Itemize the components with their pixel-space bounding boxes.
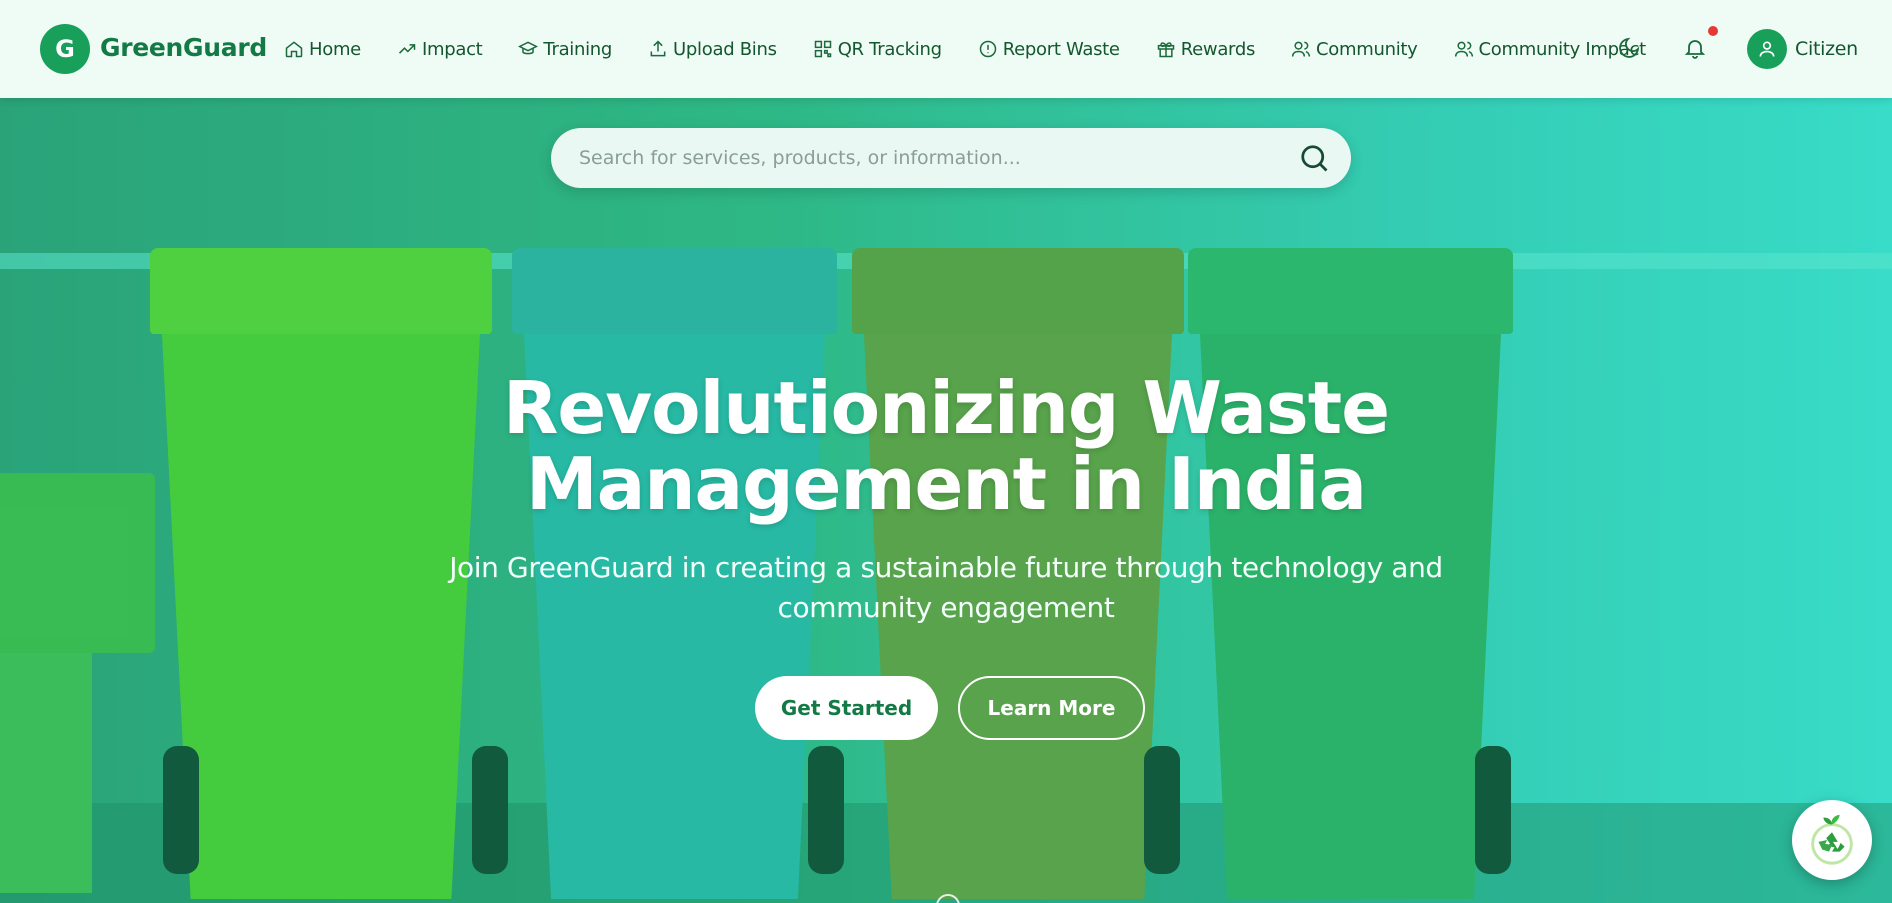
nav-item-community[interactable]: Community <box>1291 38 1418 60</box>
nav-item-label: Training <box>543 38 613 60</box>
home-icon <box>285 41 303 58</box>
nav-item-rewards[interactable]: Rewards <box>1156 39 1255 60</box>
recycle-icon <box>1811 814 1853 865</box>
nav-item-label: QR Tracking <box>837 38 942 60</box>
user-icon <box>1759 41 1775 57</box>
logo-badge[interactable]: G <box>40 24 90 74</box>
hero-subtitle: Join GreenGuard in creating a sustainabl… <box>446 548 1446 628</box>
hero-headline: Revolutionizing Waste Management in Indi… <box>446 370 1446 522</box>
users-icon <box>1291 41 1311 57</box>
avatar[interactable] <box>1747 29 1787 69</box>
nav-item-qr-tracking[interactable]: QR Tracking <box>813 39 942 60</box>
nav-item-label: Rewards <box>1180 38 1256 60</box>
nav-item-upload-bins[interactable]: Upload Bins <box>648 39 777 60</box>
nav-item-label: Impact <box>421 38 483 60</box>
hero-headline-line: Revolutionizing Waste <box>502 366 1390 450</box>
nav-item-label: Community <box>1316 38 1418 60</box>
search-input[interactable] <box>579 128 1279 188</box>
hero-headline-line: Management in India <box>526 442 1367 526</box>
notifications-button[interactable] <box>1677 30 1713 66</box>
hero-subtitle-line: Join GreenGuard in creating a sustainabl… <box>449 551 1443 584</box>
moon-icon <box>1619 37 1640 58</box>
get-started-button[interactable]: Get Started <box>755 676 938 740</box>
gift-icon <box>1157 42 1174 58</box>
nav-item-report-waste[interactable]: Report Waste <box>978 39 1120 60</box>
nav-item-label: Home <box>309 38 361 60</box>
hero-subtitle-line: community engagement <box>777 591 1115 624</box>
users-icon <box>1454 41 1473 57</box>
user-role-label[interactable]: Citizen <box>1795 38 1858 60</box>
learn-more-button[interactable]: Learn More <box>958 676 1145 740</box>
brand-name[interactable]: GreenGuard <box>100 33 267 62</box>
search-icon <box>1301 145 1328 172</box>
nav-item-impact[interactable]: Impact <box>397 38 483 60</box>
upload-icon <box>650 40 666 57</box>
search-button[interactable] <box>1299 143 1329 173</box>
search-bar <box>551 128 1351 188</box>
trending-up-icon <box>398 44 416 54</box>
notification-badge <box>1708 26 1718 36</box>
top-navbar: G GreenGuard Home Impact Training Upload… <box>0 0 1892 98</box>
qr-code-icon <box>814 40 831 58</box>
nav-item-label: Report Waste <box>1002 38 1120 60</box>
graduation-cap-icon <box>518 41 539 55</box>
theme-toggle-button[interactable] <box>1611 30 1647 66</box>
nav-item-training[interactable]: Training <box>518 39 612 60</box>
nav-item-home[interactable]: Home <box>284 39 361 60</box>
recycle-assistant-button[interactable] <box>1792 800 1872 880</box>
bell-icon <box>1684 40 1706 59</box>
main-menu: Home Impact Training Upload Bins QR Trac… <box>284 0 1682 98</box>
hero-section: Revolutionizing Waste Management in Indi… <box>0 98 1892 903</box>
nav-item-label: Upload Bins <box>673 38 777 60</box>
alert-circle-icon <box>979 40 996 58</box>
